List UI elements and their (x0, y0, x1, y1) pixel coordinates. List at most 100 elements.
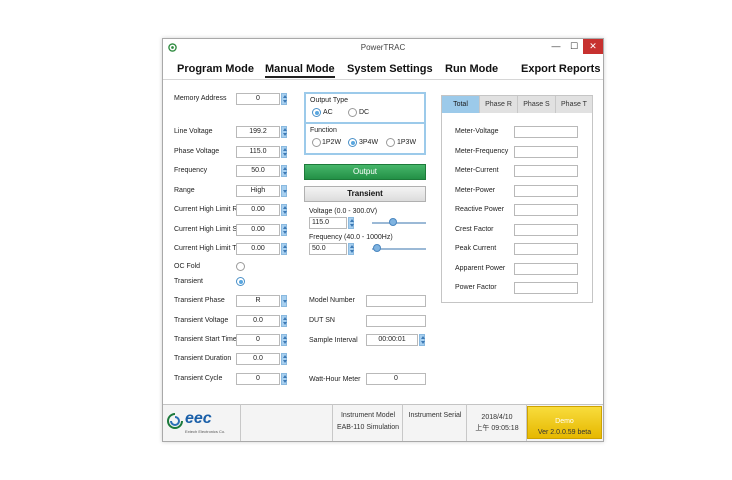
current-high-limit-s-spinner[interactable] (281, 224, 287, 236)
status-spacer (241, 404, 333, 441)
line-voltage-spinner[interactable] (281, 126, 287, 138)
menu-run-mode[interactable]: Run Mode (445, 63, 498, 75)
function-3p4w-radio[interactable] (348, 138, 357, 147)
voltage-slider-input[interactable]: 115.0 (309, 217, 347, 229)
transient-voltage-spinner[interactable] (281, 315, 287, 327)
tab-phase-t[interactable]: Phase T (556, 96, 593, 113)
watt-hour-meter-value: 0 (366, 373, 426, 385)
instrument-serial-label: Instrument Serial (408, 412, 462, 419)
function-label: Function (310, 127, 337, 134)
frequency-spinner[interactable] (281, 165, 287, 177)
minimize-button[interactable]: — (547, 39, 565, 54)
demo-label: Demo (555, 418, 574, 425)
current-high-limit-r-label: Current High Limit R (174, 206, 238, 213)
transient-start-time-spinner[interactable] (281, 334, 287, 346)
transient-start-time-label: Transient Start Time (174, 336, 237, 343)
chevron-down-icon[interactable] (281, 295, 287, 307)
phase-voltage-input[interactable]: 115.0 (236, 146, 280, 158)
transient-cycle-input[interactable]: 0 (236, 373, 280, 385)
frequency-slider-thumb[interactable] (372, 244, 381, 252)
output-button[interactable]: Output (304, 164, 426, 180)
model-number-label: Model Number (309, 297, 355, 304)
sample-interval-input[interactable]: 00:00:01 (366, 334, 418, 346)
current-high-limit-s-input[interactable]: 0.00 (236, 224, 280, 236)
transient-cycle-label: Transient Cycle (174, 375, 223, 382)
range-label: Range (174, 187, 195, 194)
transient-button[interactable]: Transient (304, 186, 426, 202)
meter-value (514, 204, 578, 216)
oc-fold-toggle[interactable] (236, 262, 245, 271)
meter-value (514, 243, 578, 255)
meter-value (514, 165, 578, 177)
instrument-model-value: EAB-110 Simulation (336, 424, 400, 431)
watt-hour-meter-label: Watt-Hour Meter (309, 376, 361, 383)
chevron-down-icon[interactable] (281, 185, 287, 197)
output-type-ac-radio[interactable] (312, 108, 321, 117)
meter-label: Apparent Power (455, 264, 506, 272)
memory-address-spinner[interactable] (281, 93, 287, 105)
logo-subtext: Extech Electronics Co. (185, 429, 226, 434)
current-high-limit-r-spinner[interactable] (281, 204, 287, 216)
meter-label: Meter-Power (455, 186, 496, 194)
transient-phase-select[interactable]: R (236, 295, 280, 307)
menu-export-reports[interactable]: Export Reports (521, 63, 600, 75)
function-1p2w-radio[interactable] (312, 138, 321, 147)
transient-voltage-input[interactable]: 0.0 (236, 315, 280, 327)
transient-label: Transient (174, 278, 203, 285)
frequency-input[interactable]: 50.0 (236, 165, 280, 177)
model-number-input[interactable] (366, 295, 426, 307)
meter-value (514, 145, 578, 158)
transient-duration-spinner[interactable] (281, 353, 287, 365)
function-1p3w-radio[interactable] (386, 138, 395, 147)
meter-label: Crest Factor (455, 225, 494, 233)
current-high-limit-t-input[interactable]: 0.00 (236, 243, 280, 255)
function-1p2w-label: 1P2W (322, 139, 342, 146)
function-3p4w-label: 3P4W (359, 139, 379, 146)
frequency-slider-input[interactable]: 50.0 (309, 243, 347, 255)
sample-interval-label: Sample Interval (309, 337, 358, 344)
maximize-button[interactable]: ☐ (565, 39, 583, 54)
window-title: PowerTRAC (360, 43, 406, 52)
memory-address-label: Memory Address (174, 95, 227, 102)
meter-label: Meter-Current (455, 167, 499, 174)
tab-phase-r[interactable]: Phase R (480, 96, 518, 113)
transient-toggle[interactable] (236, 277, 245, 286)
range-select[interactable]: High (236, 185, 280, 197)
meter-value (514, 262, 578, 275)
instrument-model-label: Instrument Model (340, 412, 396, 419)
current-high-limit-t-label: Current High Limit T (174, 245, 237, 252)
demo-badge: Demo Ver 2.0.0.59 beta (527, 406, 602, 439)
output-type-dc-radio[interactable] (348, 108, 357, 117)
output-type-label: Output Type (310, 97, 349, 104)
current-high-limit-t-spinner[interactable] (281, 243, 287, 255)
transient-start-time-input[interactable]: 0 (236, 334, 280, 346)
dut-sn-input[interactable] (366, 315, 426, 327)
meter-label: Peak Current (455, 245, 497, 252)
current-high-limit-r-input[interactable]: 0.00 (236, 204, 280, 216)
transient-cycle-spinner[interactable] (281, 373, 287, 385)
frequency-slider-spinner[interactable] (348, 243, 354, 255)
logo-cell: eec Extech Electronics Co. (163, 404, 241, 441)
sample-interval-spinner[interactable] (419, 334, 425, 346)
menu-manual-mode[interactable]: Manual Mode (265, 63, 335, 78)
date-text: 2018/4/10 (481, 414, 513, 421)
menu-system-settings[interactable]: System Settings (347, 63, 433, 75)
voltage-slider-thumb[interactable] (388, 218, 397, 226)
voltage-slider-label: Voltage (0.0 - 300.0V) (309, 208, 378, 215)
memory-address-input[interactable]: 0 (236, 93, 280, 105)
meter-value (514, 126, 578, 138)
output-type-dc-label: DC (359, 109, 370, 116)
line-voltage-input[interactable]: 199.2 (236, 126, 280, 138)
menu-program-mode[interactable]: Program Mode (177, 63, 254, 75)
phase-voltage-spinner[interactable] (281, 146, 287, 158)
frequency-label: Frequency (174, 167, 208, 174)
transient-duration-input[interactable]: 0.0 (236, 353, 280, 365)
tab-phase-s[interactable]: Phase S (518, 96, 556, 113)
voltage-slider-track[interactable] (372, 222, 426, 224)
line-voltage-label: Line Voltage (174, 128, 213, 135)
close-button[interactable]: ✕ (583, 39, 603, 54)
tab-total[interactable]: Total (442, 96, 480, 113)
voltage-slider-spinner[interactable] (348, 217, 354, 229)
frequency-slider-label: Frequency (40.0 - 1000Hz) (309, 234, 393, 241)
dut-sn-label: DUT SN (309, 317, 335, 324)
